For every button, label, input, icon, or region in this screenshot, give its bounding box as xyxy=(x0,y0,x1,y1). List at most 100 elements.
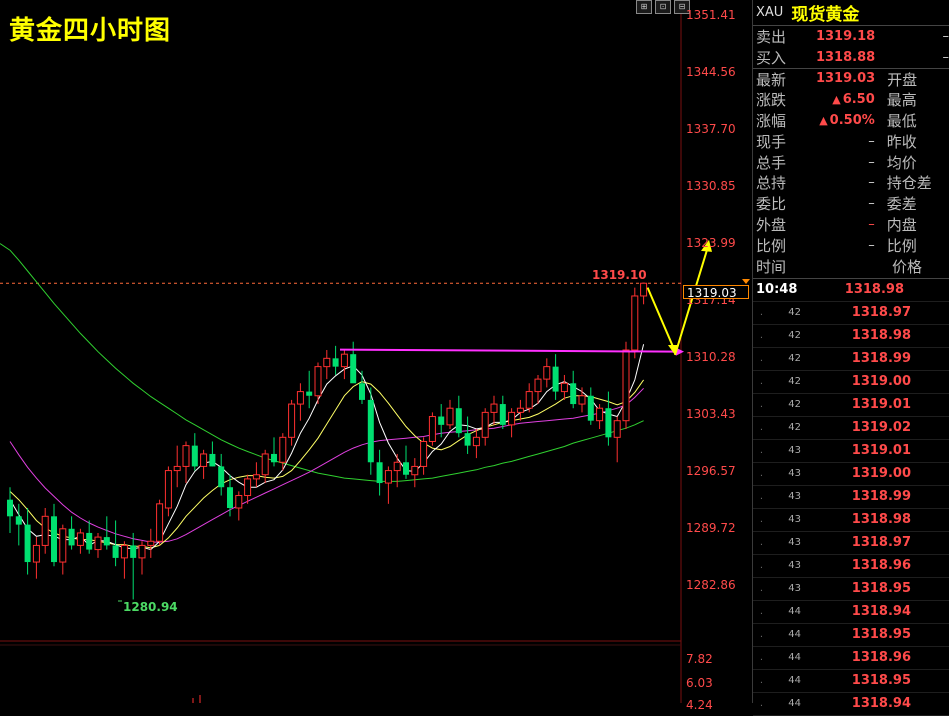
quote-label: 涨跌 xyxy=(756,91,787,110)
candle-body xyxy=(516,407,524,413)
quote-value: – xyxy=(816,134,875,149)
ma20-line xyxy=(9,387,644,543)
candle-body xyxy=(455,408,462,434)
tick-dot: . xyxy=(759,514,763,526)
tick-dot: . xyxy=(759,491,763,503)
candle-body xyxy=(59,528,67,563)
tick-row[interactable]: . 42 1318.99 xyxy=(753,348,949,371)
quote-table: 卖出 1319.18– 买入 1318.88– 最新 1319.03 开盘 涨跌 ▲ 6.50 最高… xyxy=(753,26,949,256)
candle-body xyxy=(570,383,577,405)
quote-value-text: 1318.88 xyxy=(815,49,876,65)
tick-price: 1318.98 xyxy=(851,328,911,344)
tick-row[interactable]: . 44 1318.95 xyxy=(753,624,949,647)
candle-body xyxy=(120,544,128,559)
candle-body xyxy=(543,366,551,380)
tick-row[interactable]: . 43 1318.95 xyxy=(753,578,949,601)
current-price-pointer-icon xyxy=(742,279,750,284)
price-axis-label: 1296.57 xyxy=(686,464,736,478)
zoom-icon[interactable]: ⊡ xyxy=(655,0,671,14)
tick-time: 43 xyxy=(788,514,801,526)
quote-row: 卖出 1319.18 – xyxy=(753,26,949,47)
candle-body xyxy=(288,403,296,438)
quote-label: 总持 xyxy=(756,174,787,193)
candle-body xyxy=(393,461,401,472)
candle-body xyxy=(15,516,22,525)
tick-dot: . xyxy=(759,606,763,618)
candle-body xyxy=(323,357,331,368)
ticks-list[interactable]: 10:48 1318.98. 42 1318.97. 42 1318.98. 42 1318.… xyxy=(753,279,949,716)
tick-row[interactable]: . 44 1318.94 xyxy=(753,601,949,624)
quote-label: 总手 xyxy=(756,153,787,172)
price-axis-label: 1323.99 xyxy=(686,236,736,250)
layout-icon[interactable]: ⊞ xyxy=(636,0,652,14)
quote-label-2: 委差 xyxy=(886,195,917,214)
tick-row[interactable]: 10:48 1318.98 xyxy=(753,279,949,302)
candle-body xyxy=(252,474,260,480)
candle-body xyxy=(631,295,639,351)
candle-body xyxy=(552,366,559,392)
tick-row[interactable]: . 42 1319.00 xyxy=(753,371,949,394)
tick-price: 1318.95 xyxy=(851,581,911,597)
high-label: 1319.10 xyxy=(592,268,647,282)
quote-value: – xyxy=(816,175,875,190)
candle-body xyxy=(173,465,181,472)
low-label: 1280.94 xyxy=(123,600,178,614)
tick-row[interactable]: . 42 1319.01 xyxy=(753,394,949,417)
tick-row[interactable]: . 43 1318.97 xyxy=(753,532,949,555)
kline-chart[interactable]: 黄金四小时图 ⊞ ⊡ ⊟ 1351.41 1344.56 1337.70 133… xyxy=(0,0,752,712)
tick-row[interactable]: . 42 1318.98 xyxy=(753,325,949,348)
ma10-line xyxy=(9,379,645,549)
quote-value-text: – xyxy=(868,237,875,253)
tick-row[interactable]: . 44 1318.96 xyxy=(753,647,949,670)
candle-body xyxy=(209,453,216,467)
tick-row[interactable]: . 44 1318.95 xyxy=(753,670,949,693)
tick-price: 1318.99 xyxy=(851,489,911,505)
quote-value-text: 0.50% xyxy=(829,113,875,129)
kline-svg[interactable] xyxy=(0,0,752,703)
candle-body xyxy=(103,537,110,546)
candle-body xyxy=(384,470,392,484)
candle-body xyxy=(534,378,542,393)
tick-dot: . xyxy=(759,399,763,411)
tick-price: 1318.94 xyxy=(851,696,911,712)
tick-row[interactable]: . 43 1319.01 xyxy=(753,440,949,463)
tick-row[interactable]: . 43 1318.96 xyxy=(753,555,949,578)
candle-body xyxy=(94,536,102,551)
tick-row[interactable]: . 44 1318.94 xyxy=(753,693,949,716)
candle-body xyxy=(596,407,604,422)
candle-body xyxy=(76,532,84,546)
quote-row: 总手 – 均价 xyxy=(753,152,949,173)
candle-body xyxy=(244,478,252,497)
tick-dot: . xyxy=(759,353,763,365)
candle-body xyxy=(367,399,374,463)
tick-time: 44 xyxy=(788,675,801,687)
tick-row[interactable]: . 42 1319.02 xyxy=(753,417,949,440)
quote-label: 外盘 xyxy=(756,216,787,235)
quote-value: 1319.03 xyxy=(816,71,875,86)
candle-body xyxy=(51,516,57,563)
tick-dot: . xyxy=(759,537,763,549)
tick-dot: . xyxy=(759,422,763,434)
candle-body xyxy=(32,544,40,563)
candle-body xyxy=(200,453,208,467)
tick-dot: . xyxy=(759,330,763,342)
tick-row[interactable]: . 43 1318.99 xyxy=(753,486,949,509)
quote-value-text: – xyxy=(868,217,875,233)
candle-body xyxy=(446,407,454,426)
tick-row[interactable]: . 43 1319.00 xyxy=(753,463,949,486)
candle-body xyxy=(314,366,322,397)
chart-toolbar: ⊞ ⊡ ⊟ xyxy=(636,0,690,14)
tick-time: 44 xyxy=(788,652,801,664)
up-arrow-icon: ▲ xyxy=(819,114,828,128)
price-axis-label: 1310.28 xyxy=(686,350,736,364)
candle-body xyxy=(613,420,621,438)
candle-body xyxy=(420,440,428,467)
candle-body xyxy=(350,354,357,384)
quote-label-2: 昨收 xyxy=(886,132,917,151)
tick-time: 44 xyxy=(788,629,801,641)
tick-row[interactable]: . 43 1318.98 xyxy=(753,509,949,532)
candle-body xyxy=(7,499,13,517)
tick-row[interactable]: . 42 1318.97 xyxy=(753,302,949,325)
quote-header: XAU 现货黄金 xyxy=(753,0,949,26)
candle-body xyxy=(605,408,612,438)
